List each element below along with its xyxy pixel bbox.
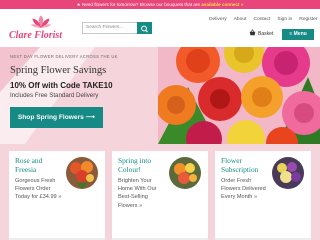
spring-colour-thumbnail	[169, 157, 201, 189]
hero-subtitle: Includes Free Standard Delivery	[10, 92, 99, 99]
promo-title: Rose and Freesia	[15, 156, 43, 174]
announcement-text: ★ Need flowers for tomorrow? Browse our …	[76, 2, 200, 7]
hero-rose-bouquet-image	[158, 47, 320, 144]
flower-logo-icon	[31, 15, 51, 28]
promo-text[interactable]: Brighten Your Home With Our Best-Selling…	[118, 177, 166, 210]
announcement-bar[interactable]: ★ Need flowers for tomorrow? Browse our …	[0, 0, 320, 9]
promo-card-flower-subscription[interactable]: Flower Subscription Order Fresh Flowers …	[215, 151, 311, 240]
menu-button[interactable]: ≡ Menu	[282, 29, 314, 40]
logo[interactable]: Clare Florist	[9, 15, 69, 45]
search-icon	[141, 25, 148, 33]
site-header: Clare Florist Search Flowers... Delivery…	[0, 9, 320, 47]
promo-card-rose-freesia[interactable]: Rose and Freesia Gorgeous Fresh Flowers …	[9, 151, 105, 240]
announcement-link[interactable]: available connect »	[201, 2, 243, 7]
promo-band: Rose and Freesia Gorgeous Fresh Flowers …	[0, 144, 320, 240]
search-input[interactable]: Search Flowers...	[82, 22, 137, 34]
nav-register[interactable]: Register	[299, 15, 317, 24]
hero-offer: 10% Off with Code TAKE10	[10, 81, 113, 90]
top-nav: Delivery About Contact Sign in Register	[209, 15, 318, 24]
hero-title: Spring Flower Savings	[10, 65, 107, 76]
nav-about[interactable]: About	[234, 15, 247, 24]
logo-text: Clare Florist	[9, 30, 63, 41]
subscription-thumbnail	[272, 157, 304, 189]
hero-eyebrow: NEXT DAY FLOWER DELIVERY ACROSS THE UK	[10, 54, 118, 59]
shop-spring-flowers-button[interactable]: Shop Spring Flowers ⟶	[10, 107, 103, 128]
hero-banner: NEXT DAY FLOWER DELIVERY ACROSS THE UK S…	[0, 47, 320, 144]
search-button[interactable]	[137, 22, 152, 34]
nav-sign-in[interactable]: Sign in	[277, 15, 292, 24]
nav-delivery[interactable]: Delivery	[209, 15, 227, 24]
promo-text[interactable]: Gorgeous Fresh Flowers Order Today for £…	[15, 177, 63, 202]
promo-text[interactable]: Order Fresh Flowers Delivered Every Mont…	[221, 177, 269, 202]
promo-title: Spring into Colour!	[118, 156, 152, 174]
promo-title: Flower Subscription	[221, 156, 259, 174]
basket-icon	[249, 29, 256, 36]
basket-label: Basket	[258, 31, 274, 37]
basket-link[interactable]: Basket	[249, 29, 280, 40]
nav-contact[interactable]: Contact	[253, 15, 270, 24]
promo-card-spring-colour[interactable]: Spring into Colour! Brighten Your Home W…	[112, 151, 208, 240]
rose-freesia-thumbnail	[66, 157, 98, 189]
